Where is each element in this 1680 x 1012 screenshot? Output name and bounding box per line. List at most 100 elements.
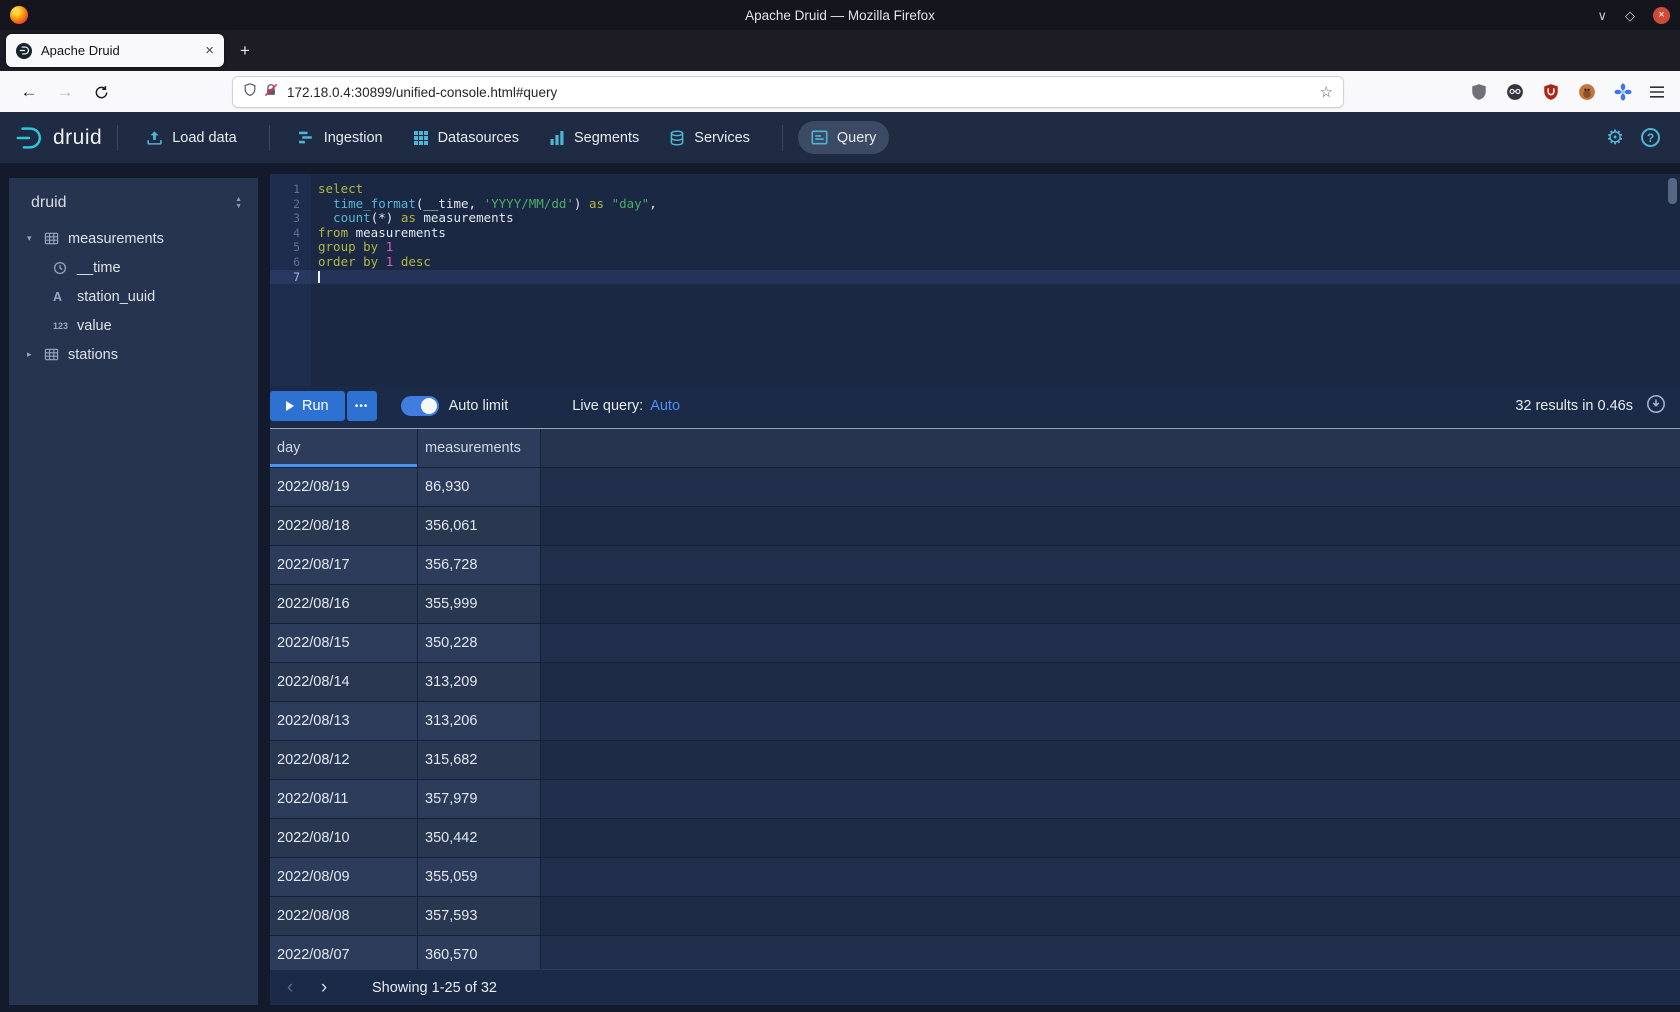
chevron-down-icon[interactable]: ▾	[27, 233, 44, 244]
tab-close-icon[interactable]: ×	[205, 42, 214, 59]
tree-item-label: station_uuid	[77, 289, 155, 305]
bookmark-star-icon[interactable]: ☆	[1320, 83, 1333, 101]
line-number: 2	[270, 197, 311, 212]
window-minimize-icon[interactable]: ∨	[1597, 9, 1607, 22]
code-line-2[interactable]: 2 time_format(__time, 'YYYY/MM/dd') as "…	[270, 197, 1680, 212]
nav-datasources[interactable]: Datasources	[400, 122, 532, 154]
code-line-6[interactable]: 6order by 1 desc	[270, 255, 1680, 270]
browser-tab[interactable]: Apache Druid ×	[6, 34, 224, 67]
table-cell[interactable]: 355,059	[418, 858, 541, 896]
table-row: 2022/08/11357,979	[270, 780, 1680, 819]
table-cell[interactable]: 350,228	[418, 624, 541, 662]
druid-logo-icon	[14, 123, 44, 153]
nav-ingestion[interactable]: Ingestion	[285, 121, 396, 154]
tree-item-label: value	[77, 318, 112, 334]
auto-limit-toggle[interactable]	[401, 396, 439, 416]
table-row: 2022/08/15350,228	[270, 624, 1680, 663]
table-cell[interactable]: 2022/08/16	[270, 585, 418, 623]
download-results-icon[interactable]	[1646, 394, 1666, 419]
druid-logo[interactable]: druid	[14, 123, 102, 153]
line-number: 3	[270, 211, 311, 226]
url-text[interactable]: 172.18.0.4:30899/unified-console.html#qu…	[287, 85, 1320, 100]
table-cell[interactable]: 2022/08/15	[270, 624, 418, 662]
run-more-button[interactable]: •••	[347, 391, 377, 421]
monkey-extension-icon[interactable]	[1574, 80, 1600, 104]
table-cell[interactable]: 356,728	[418, 546, 541, 584]
column-header-measurements[interactable]: measurements	[418, 429, 541, 467]
back-button[interactable]: ←	[14, 77, 44, 107]
code-line-7[interactable]: 7	[270, 270, 1680, 285]
window-close-icon[interactable]: ×	[1653, 7, 1670, 24]
nav-label: Load data	[172, 130, 237, 146]
pagination-bar: ‹ › Showing 1-25 of 32	[270, 969, 1680, 1005]
table-cell[interactable]: 356,061	[418, 507, 541, 545]
table-row: 2022/08/16355,999	[270, 585, 1680, 624]
table-cell[interactable]: 2022/08/19	[270, 468, 418, 506]
tree-item-__time[interactable]: __time	[9, 253, 258, 282]
privacy-shield-extension-icon[interactable]	[1466, 80, 1492, 104]
table-cell[interactable]: 2022/08/18	[270, 507, 418, 545]
code-line-5[interactable]: 5group by 1	[270, 240, 1680, 255]
table-cell[interactable]: 357,979	[418, 780, 541, 818]
table-cell[interactable]: 2022/08/12	[270, 741, 418, 779]
url-bar[interactable]: 172.18.0.4:30899/unified-console.html#qu…	[233, 77, 1343, 107]
code-line-4[interactable]: 4from measurements	[270, 226, 1680, 241]
table-cell[interactable]: 86,930	[418, 468, 541, 506]
settings-gear-icon[interactable]: ⚙	[1606, 128, 1624, 148]
ublock-origin-icon[interactable]	[1538, 80, 1564, 104]
table-cell[interactable]: 360,570	[418, 936, 541, 969]
live-query-value[interactable]: Auto	[650, 398, 680, 414]
datasources-icon	[413, 130, 429, 146]
help-icon[interactable]: ?	[1641, 128, 1660, 147]
editor-scrollbar-thumb[interactable]	[1668, 178, 1677, 204]
nav-services[interactable]: Services	[656, 122, 763, 154]
code-line-3[interactable]: 3 count(*) as measurements	[270, 211, 1680, 226]
insecure-lock-icon[interactable]	[264, 83, 278, 102]
results-info: 32 results in 0.46s	[1515, 398, 1633, 414]
run-button[interactable]: Run	[270, 391, 345, 421]
table-cell[interactable]: 350,442	[418, 819, 541, 857]
nav-load-data[interactable]: Load data	[133, 121, 250, 154]
table-cell[interactable]: 2022/08/07	[270, 936, 418, 969]
column-header-day[interactable]: day	[270, 429, 418, 467]
previous-page-icon[interactable]: ‹	[276, 974, 304, 1002]
forward-button[interactable]: →	[50, 77, 80, 107]
string-icon: A	[53, 290, 76, 304]
tree-item-measurements[interactable]: ▾measurements	[9, 224, 258, 253]
nav-label: Segments	[574, 130, 639, 146]
table-cell[interactable]: 2022/08/13	[270, 702, 418, 740]
table-cell[interactable]: 2022/08/17	[270, 546, 418, 584]
table-cell[interactable]: 2022/08/10	[270, 819, 418, 857]
load-data-icon	[146, 129, 163, 146]
table-cell[interactable]: 357,593	[418, 897, 541, 935]
table-cell[interactable]: 2022/08/14	[270, 663, 418, 701]
nav-query[interactable]: Query	[798, 121, 890, 154]
services-icon	[669, 130, 685, 146]
nav-label: Datasources	[438, 130, 519, 146]
table-cell[interactable]: 313,206	[418, 702, 541, 740]
schema-selector-caret-icon[interactable]: ▲▼	[235, 197, 242, 210]
menu-icon[interactable]	[1644, 80, 1670, 104]
tree-item-stations[interactable]: ▸stations	[9, 340, 258, 369]
table-cell[interactable]: 315,682	[418, 741, 541, 779]
avatar-extension-icon[interactable]	[1502, 80, 1528, 104]
window-maximize-icon[interactable]: ◇	[1625, 9, 1635, 22]
code-line-1[interactable]: 1select	[270, 182, 1680, 197]
table-cell[interactable]: 313,209	[418, 663, 541, 701]
table-cell[interactable]: 2022/08/08	[270, 897, 418, 935]
tree-item-value[interactable]: 123value	[9, 311, 258, 340]
reload-button[interactable]	[86, 77, 116, 107]
nav-segments[interactable]: Segments	[536, 122, 652, 154]
new-tab-button[interactable]: +	[232, 38, 258, 64]
table-cell[interactable]: 2022/08/11	[270, 780, 418, 818]
next-page-icon[interactable]: ›	[310, 974, 338, 1002]
chevron-right-icon[interactable]: ▸	[27, 349, 44, 360]
tracking-shield-icon[interactable]	[243, 82, 257, 102]
sql-editor[interactable]: 1select2 time_format(__time, 'YYYY/MM/dd…	[270, 174, 1680, 386]
code-text: count(*) as measurements	[311, 211, 514, 226]
pinwheel-extension-icon[interactable]	[1610, 80, 1636, 104]
tree-item-station_uuid[interactable]: Astation_uuid	[9, 282, 258, 311]
row-filler	[541, 702, 1680, 740]
table-cell[interactable]: 355,999	[418, 585, 541, 623]
table-cell[interactable]: 2022/08/09	[270, 858, 418, 896]
